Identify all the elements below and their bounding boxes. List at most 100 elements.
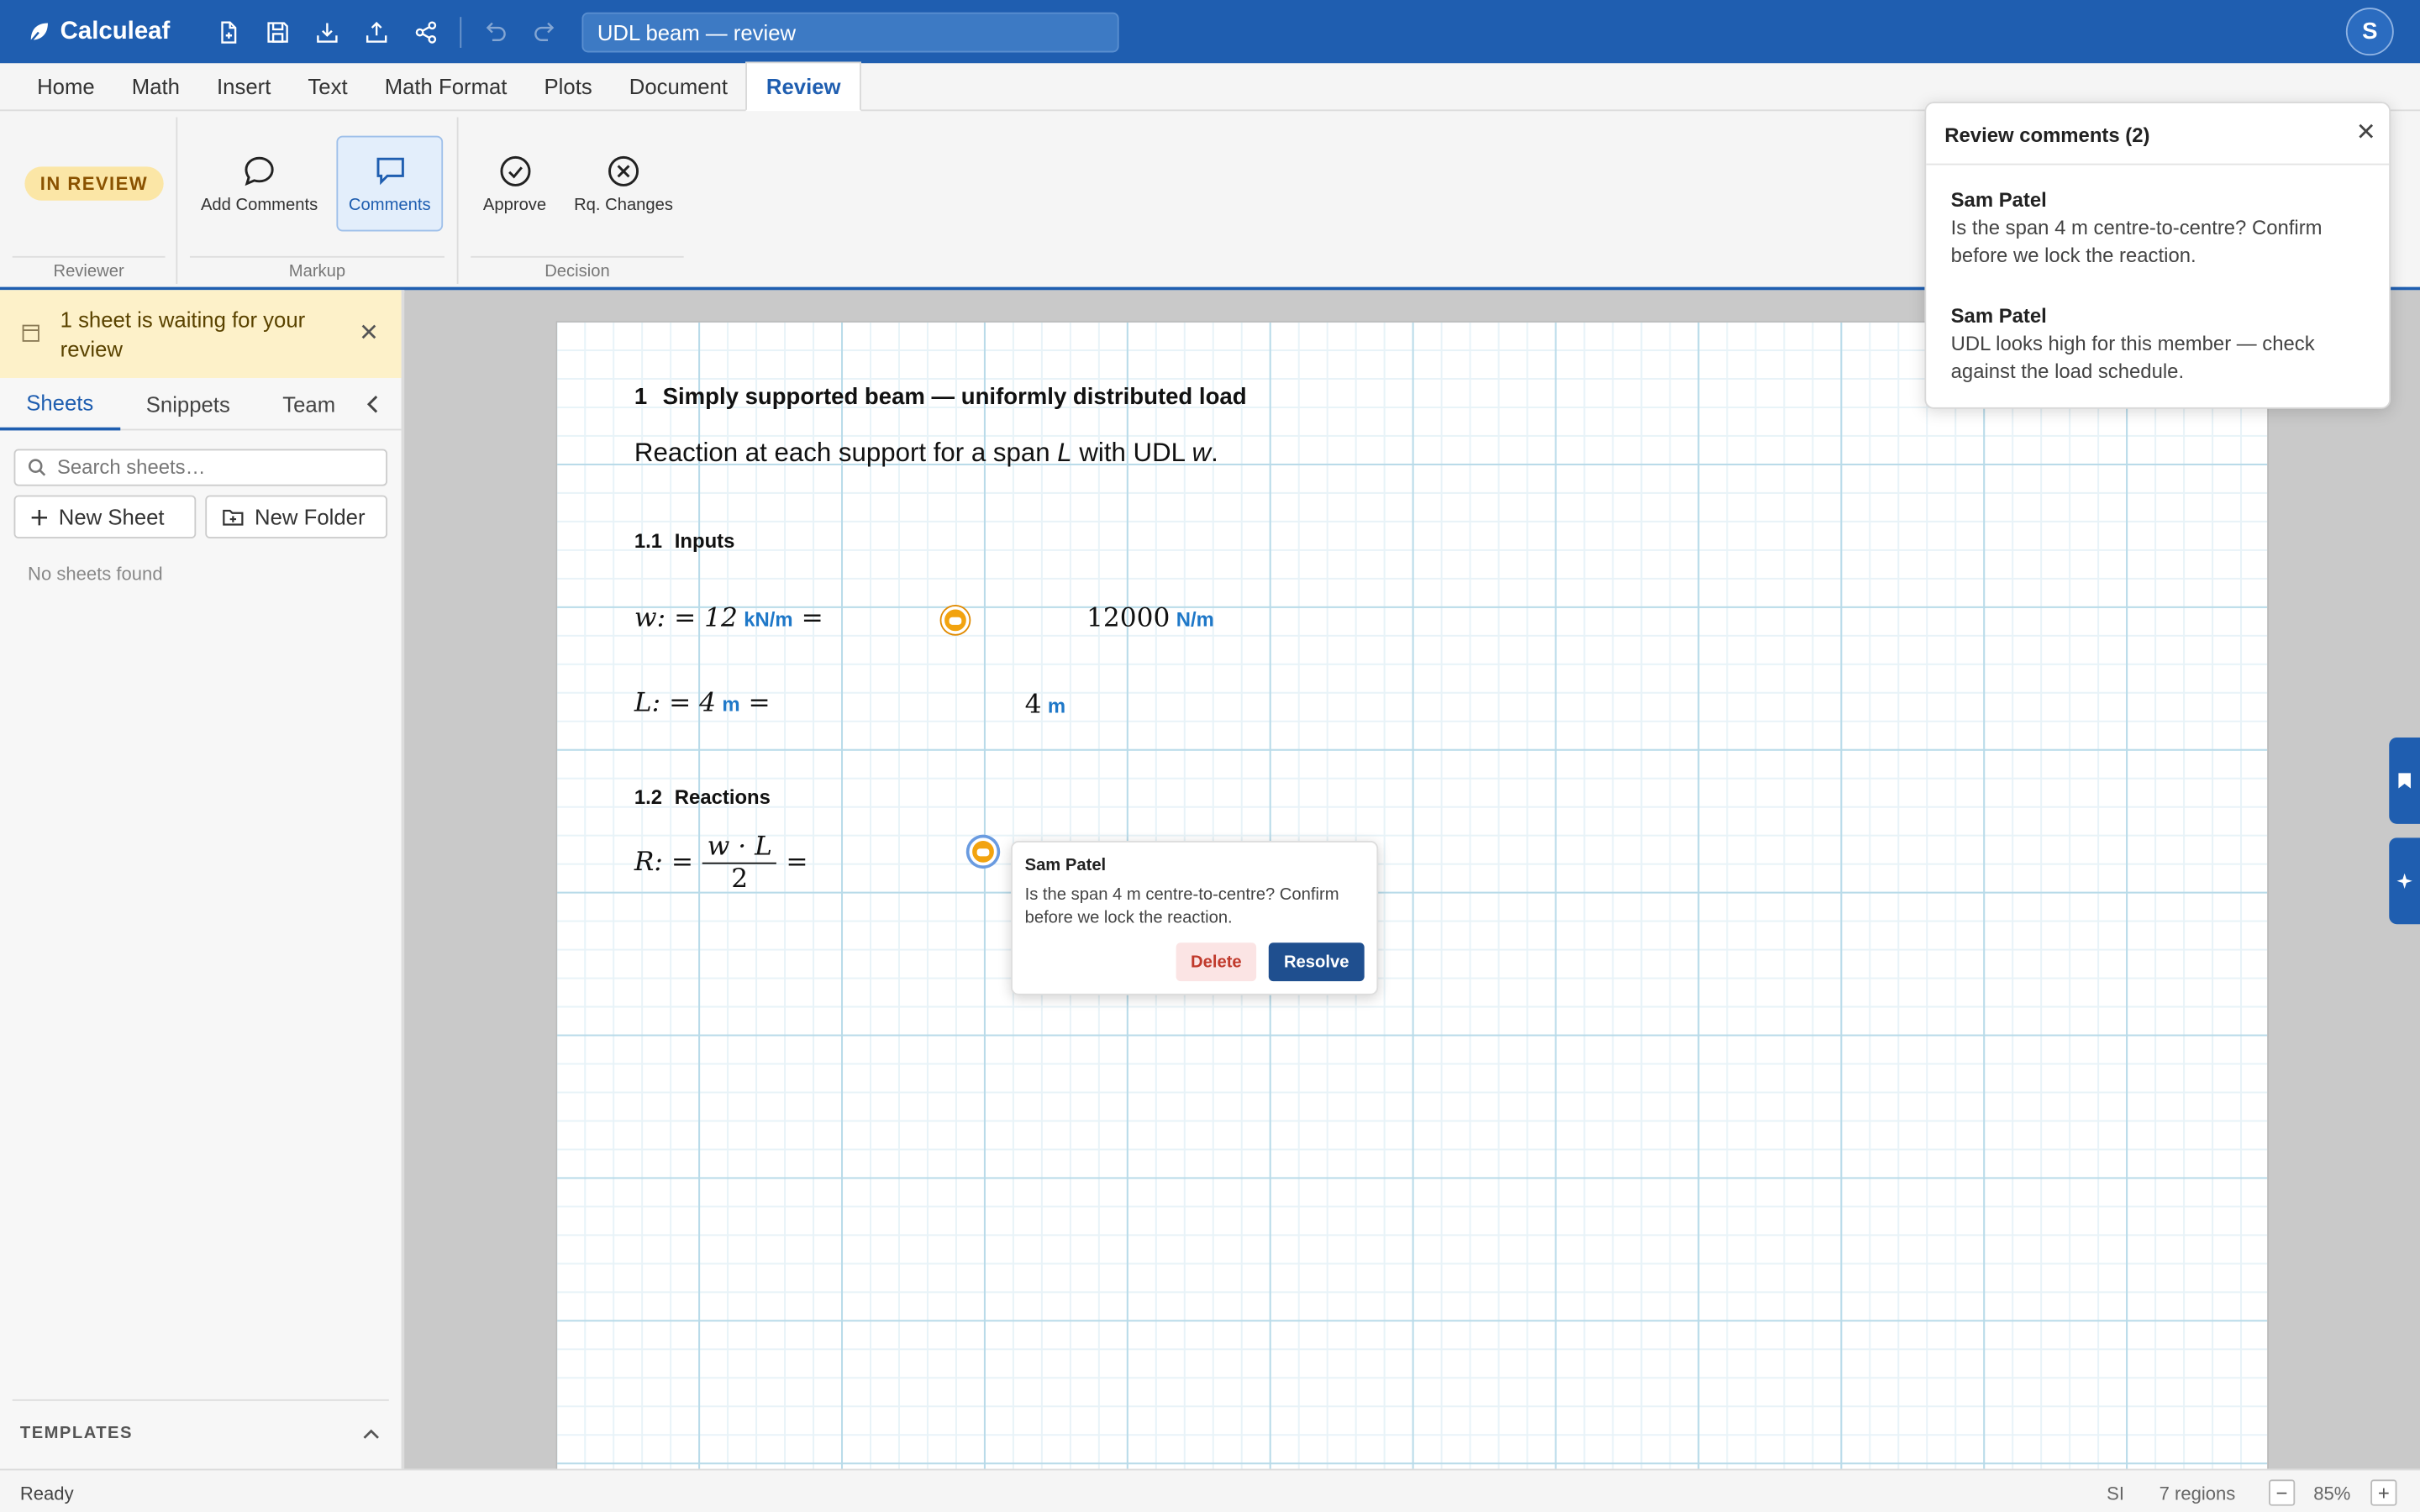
tab-insert[interactable]: Insert (198, 61, 289, 109)
review-status-badge: IN REVIEW (24, 166, 164, 201)
plus-icon (31, 509, 48, 525)
heading-reactions[interactable]: 1.2 Reactions (634, 785, 771, 809)
delete-comment-button[interactable]: Delete (1176, 942, 1257, 982)
region-count: 7 regions (2159, 1483, 2236, 1504)
templates-section-toggle[interactable]: TEMPLATES (12, 1399, 389, 1467)
intro-post: . (1211, 438, 1218, 468)
w-definition-expr: w: = 12 (634, 603, 738, 634)
tab-document[interactable]: Document (611, 61, 746, 109)
folder-plus-icon (223, 509, 244, 526)
approve-button[interactable]: Approve (474, 136, 555, 232)
r-definition[interactable]: R: = w · L 2 = (634, 832, 808, 895)
w-result-unit: N/m (1176, 607, 1214, 632)
undo-icon[interactable] (471, 7, 520, 56)
heading-reactions-number: 1.2 (634, 785, 663, 809)
resolve-comment-button[interactable]: Resolve (1268, 942, 1365, 982)
review-comment-text: Is the span 4 m centre-to-centre? Confir… (1950, 216, 2323, 267)
tab-team[interactable]: Team (256, 378, 361, 430)
review-comment[interactable]: Sam Patel UDL looks high for this member… (1951, 302, 2368, 386)
review-notice-text: 1 sheet is waiting for your review (60, 307, 306, 361)
new-file-icon[interactable] (204, 7, 254, 56)
save-icon[interactable] (253, 7, 302, 56)
tab-review[interactable]: Review (746, 61, 861, 112)
l-definition[interactable]: L: = 4m = (634, 688, 771, 719)
worksheet-canvas[interactable]: 1 Simply supported beam — uniformly distr… (404, 292, 2420, 1469)
tab-math-format[interactable]: Math Format (366, 61, 526, 109)
unit-system[interactable]: SI (2107, 1483, 2124, 1504)
new-folder-button[interactable]: New Folder (205, 495, 388, 539)
request-changes-label: Rq. Changes (574, 195, 674, 214)
zoom-in-button[interactable]: + (2370, 1479, 2397, 1506)
request-changes-button[interactable]: Rq. Changes (571, 136, 676, 232)
r-fraction: w · L2 (702, 832, 777, 895)
search-input[interactable]: Search sheets… (13, 449, 388, 486)
tab-math[interactable]: Math (113, 61, 198, 109)
user-avatar[interactable]: S (2345, 8, 2394, 56)
comment-body: Is the span 4 m centre-to-centre? Confir… (1024, 885, 1339, 927)
close-icon[interactable] (361, 324, 376, 339)
bookmark-side-tab[interactable] (2389, 737, 2420, 824)
review-comment-author: Sam Patel (1950, 188, 2047, 212)
new-sheet-button[interactable]: New Sheet (13, 495, 197, 539)
heading-inputs[interactable]: 1.1 Inputs (634, 529, 735, 553)
l-result[interactable]: 4m (1025, 690, 1065, 721)
redo-icon[interactable] (520, 7, 570, 56)
decision-group-label: Decision (471, 255, 684, 281)
w-equals: = (801, 603, 823, 634)
heading-1[interactable]: 1 Simply supported beam — uniformly distr… (634, 384, 1247, 410)
reviewer-group-label: Reviewer (12, 255, 166, 281)
app-logo: Calculeaf (26, 18, 170, 45)
chevron-up-icon (363, 1429, 379, 1439)
tab-snippets[interactable]: Snippets (120, 378, 257, 430)
chevron-left-icon[interactable] (364, 395, 382, 413)
download-icon[interactable] (302, 7, 352, 56)
tab-text[interactable]: Text (289, 61, 366, 109)
r-denominator: 2 (731, 864, 749, 895)
w-result-value: 12000 (1086, 603, 1171, 634)
status-bar: Ready SI 7 regions − 85% + (0, 1468, 2420, 1512)
templates-label: TEMPLATES (19, 1424, 133, 1443)
r-definition-lhs: R: = (634, 847, 694, 879)
w-definition[interactable]: w: = 12 kN/m = (634, 603, 823, 634)
add-comments-button[interactable]: Add Comments (193, 136, 326, 232)
w-result[interactable]: 12000 N/m (1086, 603, 1214, 634)
intro-mid: with UDL (1071, 438, 1192, 468)
document-title-input[interactable]: UDL beam — review (581, 12, 1119, 53)
comments-button[interactable]: Comments (336, 135, 444, 232)
comment-icon (245, 155, 274, 186)
status-text: Ready (19, 1483, 74, 1504)
review-comment-author: Sam Patel (1950, 303, 2047, 328)
heading-1-text: Simply supported beam — uniformly distri… (662, 384, 1247, 411)
l-result-unit: m (1047, 694, 1066, 718)
empty-state: No sheets found (28, 563, 163, 585)
upload-icon[interactable] (352, 7, 402, 56)
tab-sheets[interactable]: Sheets (0, 378, 120, 431)
close-icon[interactable] (2359, 123, 2374, 139)
zoom-out-button[interactable]: − (2269, 1479, 2296, 1506)
x-circle-icon (608, 155, 639, 186)
review-comment[interactable]: Sam Patel Is the span 4 m centre-to-cent… (1951, 186, 2368, 270)
approve-label: Approve (482, 195, 547, 214)
sparkle-icon (2396, 873, 2412, 889)
share-icon[interactable] (402, 7, 451, 56)
r-numerator: w · L (702, 832, 777, 864)
tab-home[interactable]: Home (18, 61, 113, 109)
app-name: Calculeaf (60, 18, 171, 45)
comments-label: Comments (348, 195, 431, 214)
sidebar: 1 sheet is waiting for your review Sheet… (0, 290, 405, 1469)
heading-inputs-number: 1.1 (634, 529, 663, 553)
assistant-side-tab[interactable] (2389, 837, 2420, 925)
tab-plots[interactable]: Plots (525, 61, 610, 109)
add-comments-label: Add Comments (200, 195, 318, 214)
r-equals: = (786, 847, 808, 879)
worksheet-page[interactable]: 1 Simply supported beam — uniformly distr… (555, 321, 2270, 1469)
markup-group: Add Comments Comments Markup (177, 111, 456, 286)
intro-text[interactable]: Reaction at each support for a span L wi… (634, 438, 1218, 470)
heading-inputs-text: Inputs (674, 529, 735, 553)
heading-1-number: 1 (634, 384, 648, 411)
comment-pin[interactable] (941, 606, 970, 634)
l-result-value: 4 (1024, 690, 1042, 721)
title-bar: Calculeaf UDL beam — review S (0, 0, 2420, 64)
review-comment-text: UDL looks high for this member — check a… (1950, 331, 2315, 383)
comment-pin-selected[interactable] (969, 837, 997, 866)
